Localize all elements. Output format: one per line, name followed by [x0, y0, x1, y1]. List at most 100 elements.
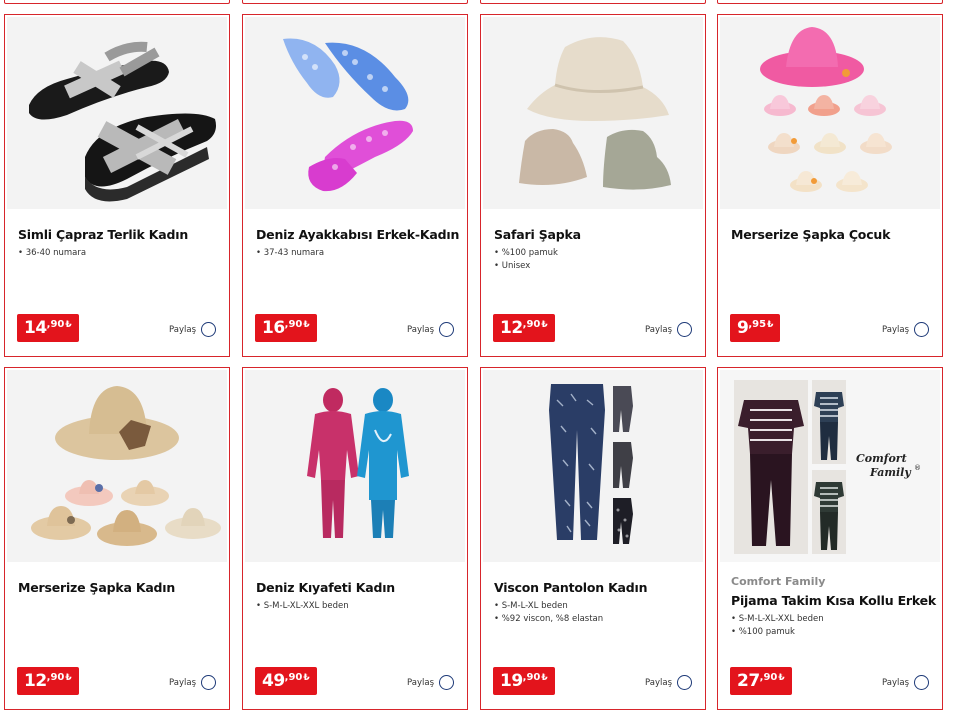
product-image-water-shoes[interactable] — [245, 17, 465, 209]
price-decimal: ,90 — [522, 319, 541, 330]
previous-row-card-edge — [717, 0, 943, 4]
currency-symbol: ₺ — [65, 672, 72, 683]
product-image-sandals[interactable] — [7, 17, 227, 209]
share-label: Paylaş — [645, 324, 672, 335]
price-integer: 9 — [737, 318, 749, 338]
share-button[interactable]: Paylaş — [645, 675, 692, 690]
comfort-family-logo: Family — [869, 466, 912, 479]
price-decimal: ,90 — [46, 672, 65, 683]
previous-row-card-edge — [242, 0, 468, 4]
product-title[interactable]: Merserize Şapka Çocuk — [731, 227, 890, 242]
share-button[interactable]: Paylaş — [169, 322, 216, 337]
price-integer: 14 — [24, 318, 47, 338]
price-integer: 12 — [24, 671, 47, 691]
comfort-family-logo: Comfort — [856, 452, 907, 465]
share-icon[interactable] — [439, 675, 454, 690]
product-features: S-M-L-XL-XXL beden %100 pamuk — [731, 613, 824, 639]
price-decimal: ,95 — [748, 319, 767, 330]
share-button[interactable]: Paylaş — [407, 322, 454, 337]
previous-row-card-edge — [480, 0, 706, 4]
share-button[interactable]: Paylaş — [407, 675, 454, 690]
feature-item: S-M-L-XL-XXL beden — [731, 613, 824, 626]
feature-item: 37-43 numara — [256, 247, 324, 260]
product-card[interactable]: Simli Çapraz Terlik Kadın 36-40 numara 1… — [4, 14, 230, 357]
product-title[interactable]: Merserize Şapka Kadın — [18, 580, 175, 595]
currency-symbol: ₺ — [65, 319, 72, 330]
product-card[interactable]: Merserize Şapka Çocuk 9 ,95 ₺ Paylaş — [717, 14, 943, 357]
price-integer: 12 — [500, 318, 523, 338]
product-features: 36-40 numara — [18, 247, 86, 260]
share-label: Paylaş — [645, 677, 672, 688]
feature-item: S-M-L-XL-XXL beden — [256, 600, 349, 613]
share-icon[interactable] — [201, 322, 216, 337]
product-title[interactable]: Deniz Ayakkabısı Erkek-Kadın — [256, 227, 459, 242]
product-features: S-M-L-XL-XXL beden — [256, 600, 349, 613]
product-image-pajamas[interactable]: Comfort Family ® — [720, 370, 940, 562]
price-badge: 49 ,90 ₺ — [255, 667, 317, 695]
product-card[interactable]: Safari Şapka %100 pamuk Unisex 12 ,90 ₺ … — [480, 14, 706, 357]
product-title[interactable]: Safari Şapka — [494, 227, 581, 242]
share-icon[interactable] — [201, 675, 216, 690]
feature-item: 36-40 numara — [18, 247, 86, 260]
previous-row-card-edge — [4, 0, 230, 4]
price-badge: 9 ,95 ₺ — [730, 314, 781, 342]
share-label: Paylaş — [407, 324, 434, 335]
product-features: 37-43 numara — [256, 247, 324, 260]
product-card[interactable]: Viscon Pantolon Kadın S-M-L-XL beden %92… — [480, 367, 706, 710]
share-button[interactable]: Paylaş — [169, 675, 216, 690]
price-decimal: ,90 — [46, 319, 65, 330]
share-icon[interactable] — [677, 322, 692, 337]
share-label: Paylaş — [882, 324, 909, 335]
feature-item: %92 viscon, %8 elastan — [494, 613, 603, 626]
price-decimal: ,90 — [522, 672, 541, 683]
share-button[interactable]: Paylaş — [882, 675, 929, 690]
price-badge: 27 ,90 ₺ — [730, 667, 792, 695]
currency-symbol: ₺ — [767, 319, 774, 330]
price-badge: 12 ,90 ₺ — [493, 314, 555, 342]
share-label: Paylaş — [169, 677, 196, 688]
share-icon[interactable] — [677, 675, 692, 690]
product-title[interactable]: Deniz Kıyafeti Kadın — [256, 580, 395, 595]
share-label: Paylaş — [407, 677, 434, 688]
price-decimal: ,90 — [284, 319, 303, 330]
product-image-pants[interactable] — [483, 370, 703, 562]
share-button[interactable]: Paylaş — [882, 322, 929, 337]
svg-text:®: ® — [914, 464, 921, 472]
product-title[interactable]: Simli Çapraz Terlik Kadın — [18, 227, 188, 242]
share-icon[interactable] — [914, 675, 929, 690]
product-title[interactable]: Pijama Takim Kısa Kollu Erkek — [731, 593, 936, 608]
price-badge: 14 ,90 ₺ — [17, 314, 79, 342]
product-card[interactable]: Deniz Kıyafeti Kadın S-M-L-XL-XXL beden … — [242, 367, 468, 710]
feature-item: %100 pamuk — [494, 247, 558, 260]
price-integer: 16 — [262, 318, 285, 338]
price-integer: 49 — [262, 671, 285, 691]
product-image-women-hats[interactable] — [7, 370, 227, 562]
price-badge: 16 ,90 ₺ — [255, 314, 317, 342]
feature-item: %100 pamuk — [731, 626, 824, 639]
currency-symbol: ₺ — [303, 672, 310, 683]
product-image-swimsuits[interactable] — [245, 370, 465, 562]
share-button[interactable]: Paylaş — [645, 322, 692, 337]
product-features: %100 pamuk Unisex — [494, 247, 558, 273]
price-badge: 12 ,90 ₺ — [17, 667, 79, 695]
share-label: Paylaş — [169, 324, 196, 335]
price-integer: 27 — [737, 671, 760, 691]
product-image-bucket-hats[interactable] — [483, 17, 703, 209]
price-decimal: ,90 — [284, 672, 303, 683]
currency-symbol: ₺ — [541, 672, 548, 683]
share-label: Paylaş — [882, 677, 909, 688]
currency-symbol: ₺ — [541, 319, 548, 330]
product-card[interactable]: Comfort Family ® Comfort Family Pijama T… — [717, 367, 943, 710]
product-title[interactable]: Viscon Pantolon Kadın — [494, 580, 648, 595]
share-icon[interactable] — [914, 322, 929, 337]
product-card[interactable]: Merserize Şapka Kadın 12 ,90 ₺ Paylaş — [4, 367, 230, 710]
price-decimal: ,90 — [759, 672, 778, 683]
product-features: S-M-L-XL beden %92 viscon, %8 elastan — [494, 600, 603, 626]
product-image-kids-hats[interactable] — [720, 17, 940, 209]
currency-symbol: ₺ — [778, 672, 785, 683]
product-brand: Comfort Family — [731, 575, 826, 588]
product-card[interactable]: Deniz Ayakkabısı Erkek-Kadın 37-43 numar… — [242, 14, 468, 357]
currency-symbol: ₺ — [303, 319, 310, 330]
share-icon[interactable] — [439, 322, 454, 337]
feature-item: S-M-L-XL beden — [494, 600, 603, 613]
